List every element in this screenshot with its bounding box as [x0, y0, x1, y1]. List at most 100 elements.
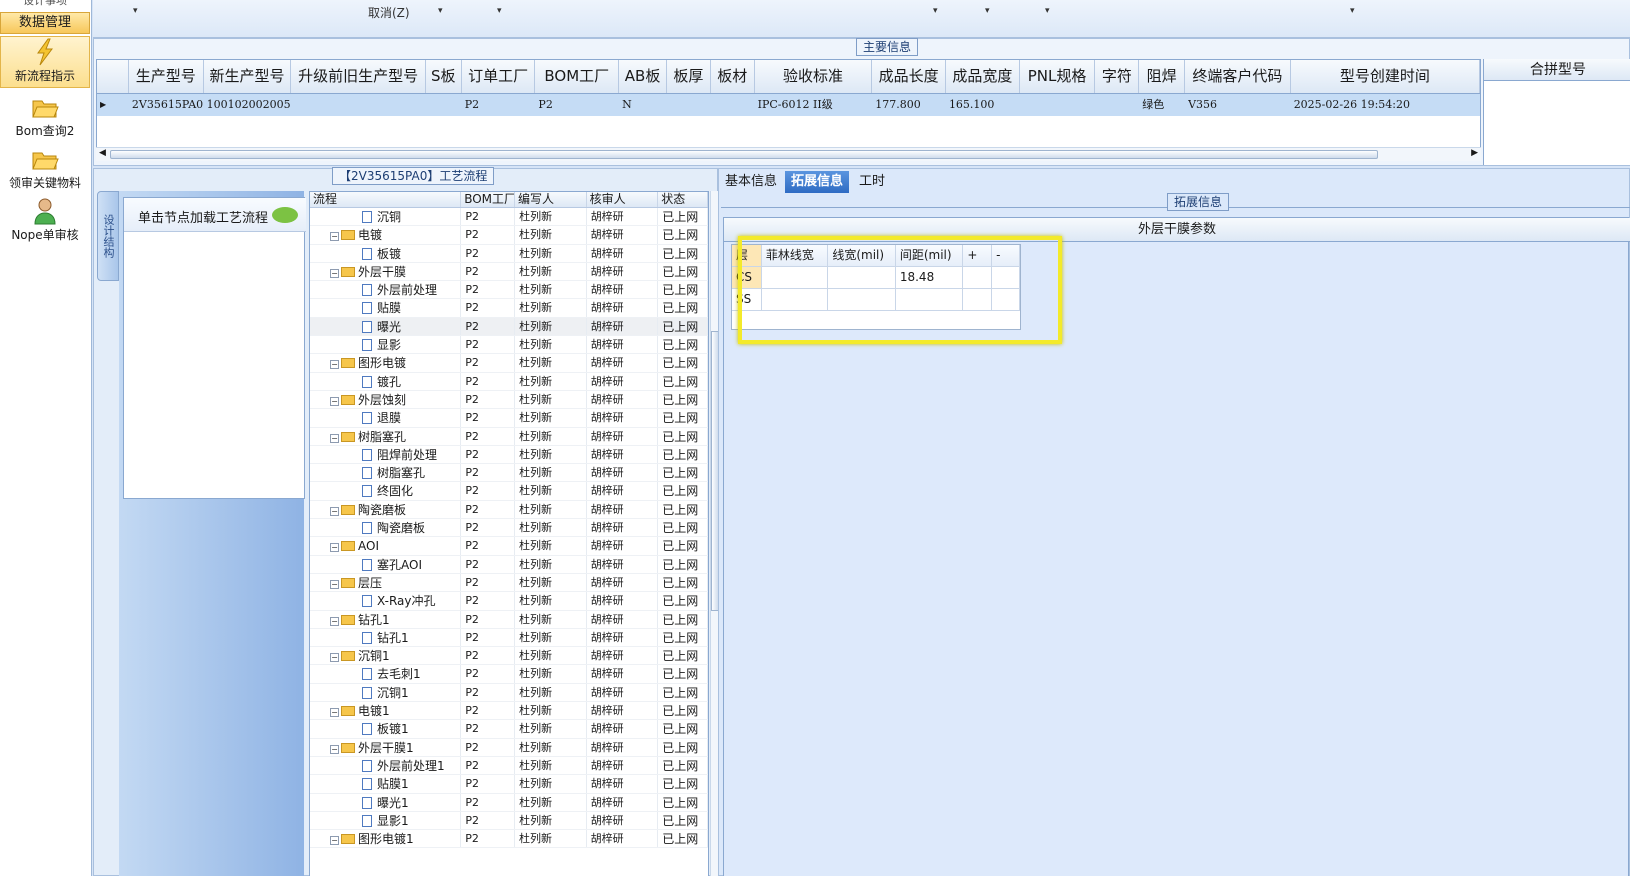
tree-row[interactable]: − 层压 P2 杜列新 胡梓研 已上网 [310, 573, 708, 593]
cell[interactable]: 杜列新 [515, 299, 587, 317]
scroll-left-icon[interactable]: ◀ [99, 148, 106, 158]
nav-item-key-material[interactable]: 领审关键物料 [0, 144, 90, 194]
cell[interactable]: 杜列新 [515, 281, 587, 299]
cell[interactable]: 2025-02-26 19:54:20 [1291, 94, 1480, 116]
tree-row[interactable]: 去毛刺1 P2 杜列新 胡梓研 已上网 [310, 665, 708, 684]
cell[interactable]: 胡梓研 [587, 830, 659, 848]
tree-row[interactable]: 阻焊前处理 P2 杜列新 胡梓研 已上网 [310, 445, 708, 465]
cell[interactable]: P2 [461, 738, 515, 756]
tree-node[interactable]: − 陶瓷磨板 [310, 500, 462, 519]
collapse-toggle-icon[interactable]: − [330, 506, 339, 516]
cell[interactable]: 177.800 [872, 94, 946, 116]
cell[interactable]: 杜列新 [515, 390, 587, 409]
cell[interactable]: P2 [461, 464, 516, 482]
cell[interactable]: 已上网 [658, 500, 708, 519]
tree-row[interactable]: − 钻孔1 P2 杜列新 胡梓研 已上网 [310, 610, 708, 629]
cell[interactable]: 胡梓研 [587, 317, 659, 336]
column-header[interactable]: 生产型号 [129, 60, 204, 93]
cell[interactable]: 杜列新 [515, 628, 587, 647]
cell[interactable]: 胡梓研 [587, 299, 659, 317]
tree-row[interactable]: 曝光 P2 杜列新 胡梓研 已上网 [310, 317, 708, 337]
cell[interactable] [667, 94, 711, 116]
cell[interactable]: 胡梓研 [587, 390, 659, 409]
tree-row[interactable]: 外层前处理1 P2 杜列新 胡梓研 已上网 [310, 756, 708, 776]
cell[interactable]: 已上网 [658, 830, 708, 848]
cell[interactable]: 胡梓研 [587, 756, 659, 775]
cell[interactable]: 杜列新 [515, 317, 587, 336]
dropdown-arrow-icon[interactable]: ▾ [985, 6, 990, 16]
cell[interactable]: 已上网 [658, 811, 708, 830]
collapse-toggle-icon[interactable]: − [330, 653, 339, 663]
cell[interactable]: P2 [462, 94, 536, 116]
cell[interactable]: 杜列新 [515, 226, 587, 244]
cell[interactable]: 胡梓研 [587, 427, 659, 445]
cell[interactable]: P2 [461, 299, 516, 317]
cell[interactable]: 已上网 [658, 537, 708, 555]
column-header[interactable]: 编写人 [515, 192, 587, 207]
cell[interactable]: 已上网 [658, 445, 708, 464]
cell[interactable]: P2 [461, 647, 515, 665]
column-header[interactable]: 阻焊 [1139, 60, 1186, 93]
cell[interactable]: V356 [1185, 94, 1291, 116]
cell[interactable]: P2 [461, 628, 516, 647]
tree-node[interactable]: − 外层干膜1 [310, 738, 462, 756]
cell[interactable]: 胡梓研 [587, 336, 659, 354]
tree-row[interactable]: 贴膜 P2 杜列新 胡梓研 已上网 [310, 299, 708, 318]
column-header[interactable]: 订单工厂 [462, 60, 536, 93]
cell[interactable]: 已上网 [658, 702, 708, 720]
tree-row[interactable]: − 树脂塞孔 P2 杜列新 胡梓研 已上网 [310, 427, 708, 446]
cell[interactable]: 胡梓研 [587, 244, 659, 262]
cell[interactable]: 杜列新 [515, 519, 587, 537]
cell[interactable]: 已上网 [658, 317, 708, 336]
cell[interactable]: P2 [461, 500, 515, 519]
column-header[interactable]: 终端客户代码 [1185, 60, 1291, 93]
tree-row[interactable]: 沉铜 P2 杜列新 胡梓研 已上网 [310, 208, 708, 227]
dropdown-arrow-icon[interactable]: ▾ [1350, 6, 1355, 16]
cell[interactable]: 胡梓研 [587, 262, 659, 281]
column-header[interactable]: AB板 [619, 60, 667, 93]
cell[interactable]: 已上网 [658, 555, 708, 573]
cell[interactable]: P2 [461, 756, 516, 775]
cell[interactable]: 2V35615PA0 [129, 94, 204, 116]
cell[interactable]: P2 [461, 244, 516, 262]
cell[interactable]: 杜列新 [515, 262, 587, 281]
cell[interactable]: 胡梓研 [587, 354, 659, 372]
cell[interactable]: 胡梓研 [587, 775, 659, 793]
cell[interactable]: P2 [461, 555, 516, 573]
tree-node[interactable]: − 沉铜1 [310, 647, 462, 665]
cell[interactable]: 杜列新 [515, 592, 587, 610]
tree-node[interactable]: 阻焊前处理 [310, 445, 462, 464]
cell[interactable]: P2 [461, 720, 516, 738]
column-header[interactable]: 流程 [310, 192, 462, 207]
cell[interactable]: 杜列新 [515, 445, 587, 464]
tree-row[interactable]: 板镀1 P2 杜列新 胡梓研 已上网 [310, 720, 708, 739]
cell[interactable]: 已上网 [658, 427, 708, 445]
tree-node[interactable]: 显影1 [310, 811, 462, 830]
cell[interactable]: 杜列新 [515, 756, 587, 775]
cell[interactable]: 杜列新 [515, 793, 587, 811]
horizontal-scrollbar[interactable]: ◀ ▶ [96, 147, 1481, 161]
process-tree-grid[interactable]: 流程 BOM工厂 编写人 核审人 状态 沉铜 P2 杜列新 胡梓研 已上网 − 电镀 P2 杜列… [309, 191, 709, 876]
tree-row[interactable]: − 外层干膜1 P2 杜列新 胡梓研 已上网 [310, 738, 708, 757]
cell[interactable]: 胡梓研 [587, 519, 659, 537]
cell[interactable]: 胡梓研 [587, 573, 659, 592]
cell[interactable]: P2 [461, 262, 515, 281]
cell[interactable]: 胡梓研 [587, 464, 659, 482]
cell[interactable]: P2 [461, 775, 516, 793]
tree-row[interactable]: − 图形电镀 P2 杜列新 胡梓研 已上网 [310, 354, 708, 373]
cell[interactable] [1020, 94, 1096, 116]
nav-item-nope-review[interactable]: Nope单审核 [0, 196, 90, 246]
cell[interactable]: P2 [461, 317, 516, 336]
cell[interactable]: 杜列新 [515, 409, 587, 427]
collapse-toggle-icon[interactable]: − [330, 396, 339, 406]
cell[interactable]: P2 [535, 94, 619, 116]
structure-tree[interactable]: 单击节点加载工艺流程 [123, 197, 306, 499]
main-info-grid[interactable]: 生产型号 新生产型号 升级前旧生产型号 S板 订单工厂 BOM工厂 AB板 板厚… [96, 59, 1481, 159]
cell[interactable]: P2 [461, 427, 515, 445]
cell[interactable]: 杜列新 [515, 830, 587, 848]
tree-node[interactable]: 去毛刺1 [310, 665, 462, 683]
column-header[interactable]: S板 [426, 60, 462, 93]
cell[interactable]: 胡梓研 [587, 555, 659, 573]
cell[interactable] [711, 94, 755, 116]
scroll-right-icon[interactable]: ▶ [1471, 148, 1478, 158]
